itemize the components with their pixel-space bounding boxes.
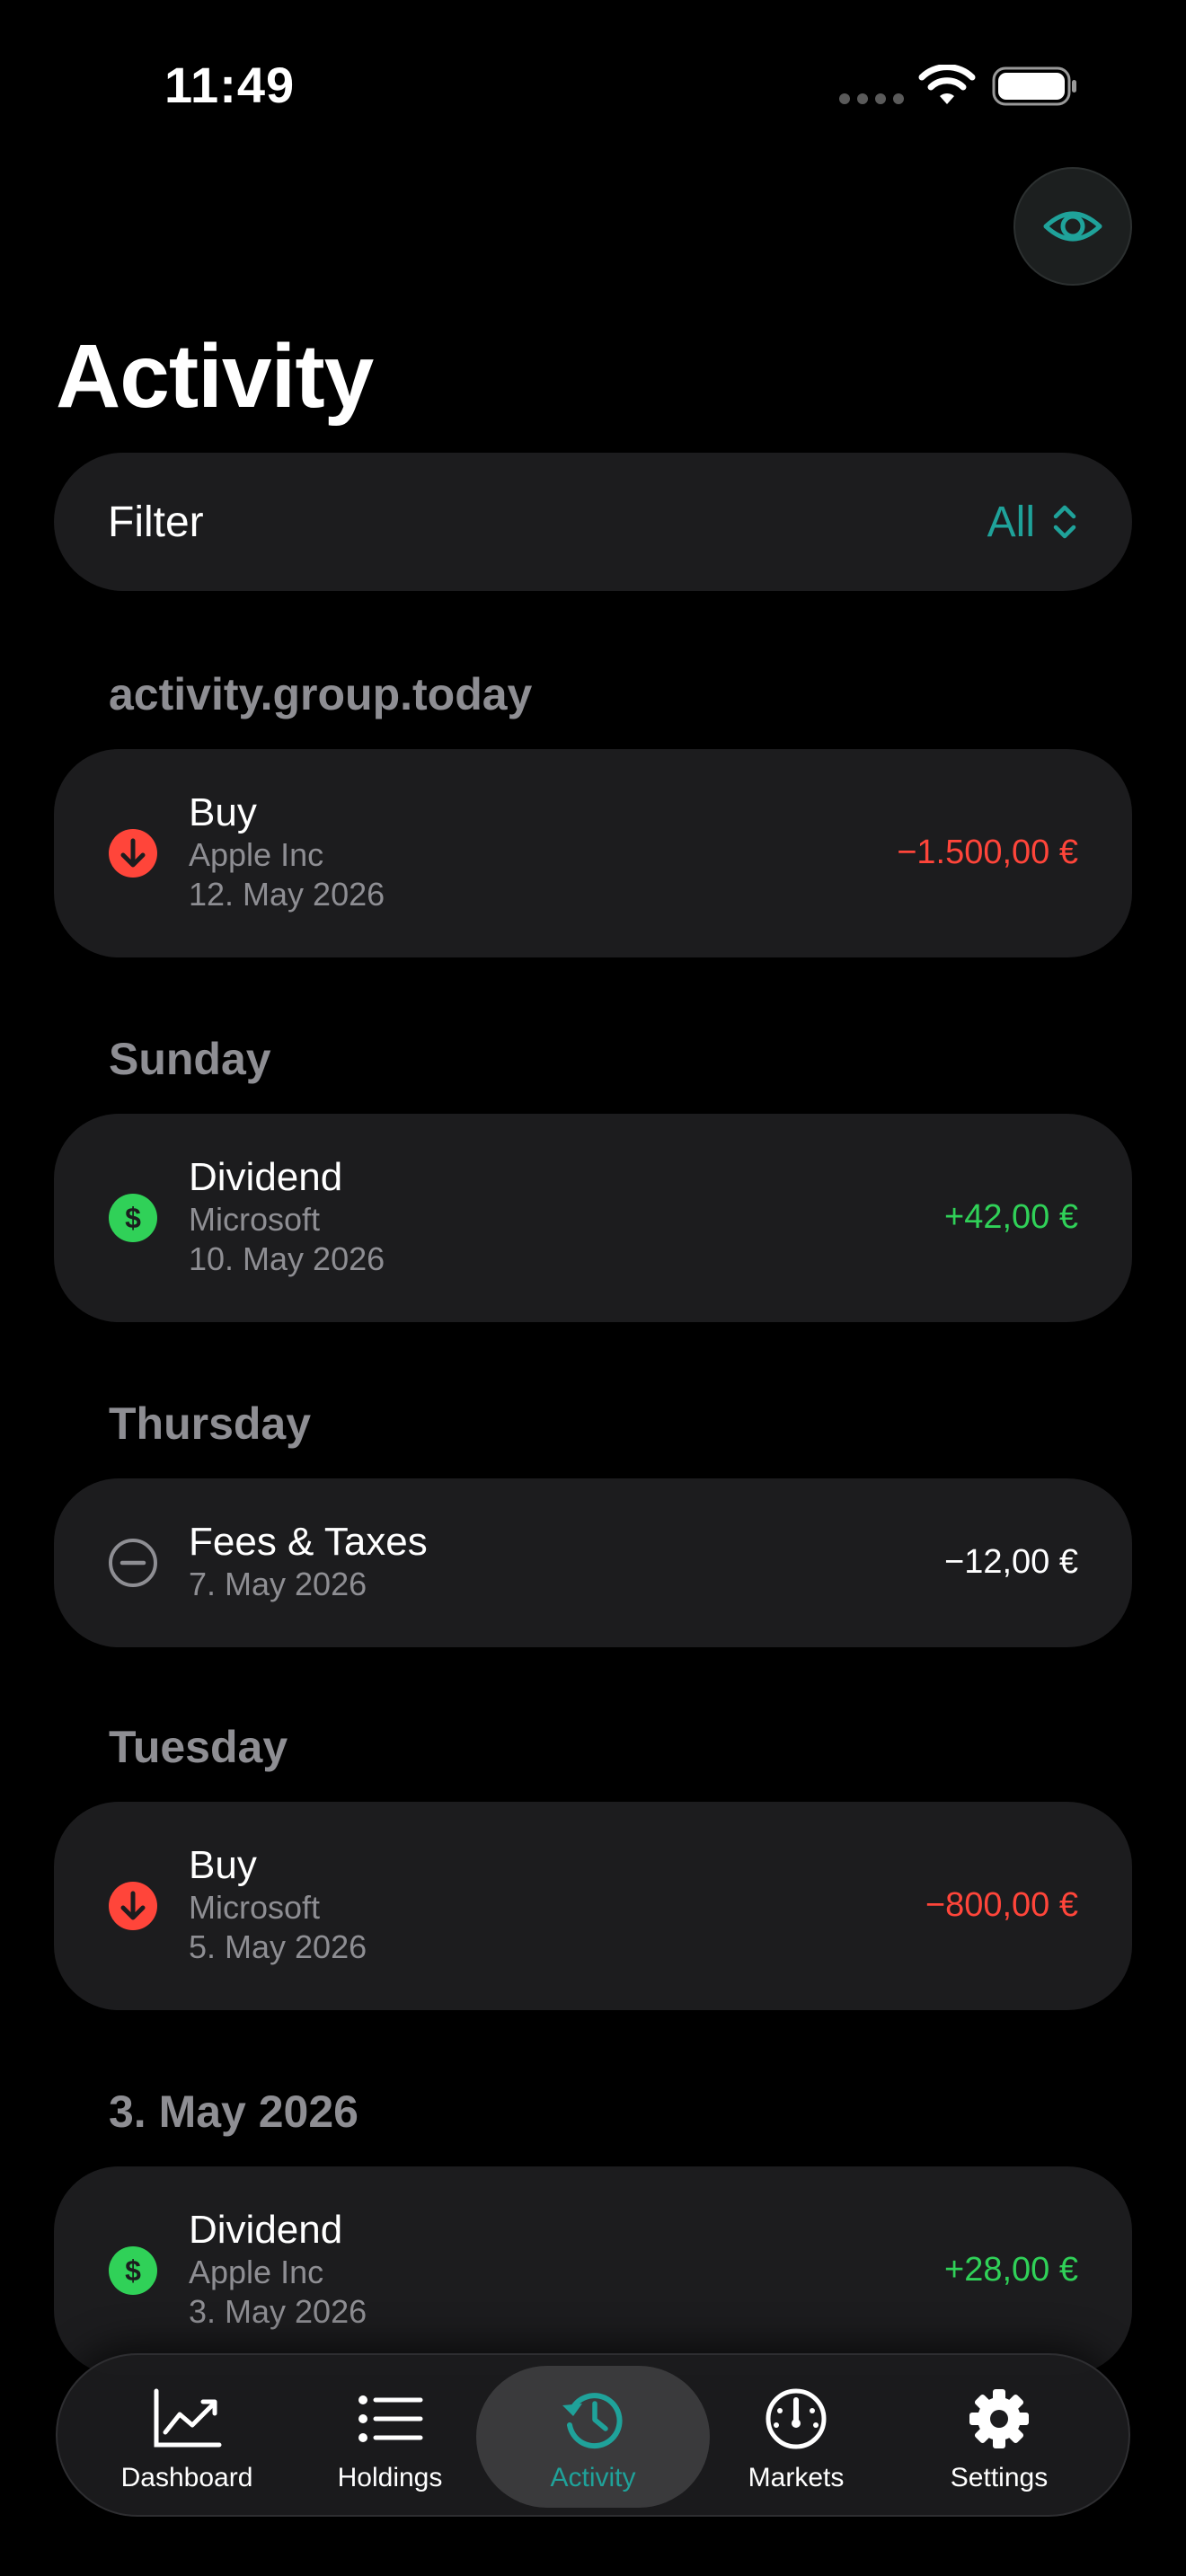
activity-amount: +42,00 € — [944, 1198, 1078, 1236]
activity-amount: −800,00 € — [925, 1886, 1078, 1924]
svg-text:$: $ — [125, 1202, 141, 1234]
fee-minus-circle-icon — [109, 1539, 157, 1587]
activity-amount: −1.500,00 € — [897, 834, 1078, 871]
tab-label: Activity — [550, 2463, 636, 2492]
activity-row-buy-microsoft[interactable]: Buy Microsoft 5. May 2026 −800,00 € — [54, 1802, 1132, 2010]
chevron-up-down-icon — [1053, 505, 1076, 539]
activity-title: Buy — [189, 790, 257, 834]
wifi-icon — [918, 65, 976, 104]
activity-row-buy-apple[interactable]: Buy Apple Inc 12. May 2026 −1.500,00 € — [54, 749, 1132, 957]
activity-date: 3. May 2026 — [189, 2293, 367, 2330]
activity-asset: Microsoft — [189, 1889, 321, 1926]
tab-label: Dashboard — [120, 2463, 253, 2492]
activity-amount: +28,00 € — [944, 2251, 1078, 2289]
tab-label: Holdings — [337, 2463, 443, 2492]
gauge-icon — [766, 2388, 827, 2449]
tab-settings[interactable]: Settings — [882, 2366, 1116, 2508]
group-header-thursday: Thursday — [109, 1398, 312, 1449]
status-time: 11:49 — [164, 57, 296, 113]
tab-markets[interactable]: Markets — [679, 2366, 913, 2508]
activity-row-fees-taxes[interactable]: Fees & Taxes 7. May 2026 −12,00 € — [54, 1478, 1132, 1647]
group-header-today: activity.group.today — [109, 669, 533, 719]
tab-label: Settings — [950, 2463, 1049, 2492]
group-header-sunday: Sunday — [109, 1034, 271, 1084]
activity-screen: 11:49 Activity Filter All activity.group… — [0, 0, 1186, 2576]
activity-date: 10. May 2026 — [189, 1240, 385, 1277]
activity-asset: Apple Inc — [189, 2254, 324, 2290]
dividend-dollar-icon: $ — [109, 2246, 157, 2295]
activity-date: 12. May 2026 — [189, 876, 385, 913]
visibility-toggle-button[interactable] — [1013, 167, 1132, 286]
activity-asset: Apple Inc — [189, 836, 324, 873]
tab-activity[interactable]: Activity — [476, 2366, 710, 2508]
activity-date: 7. May 2026 — [189, 1566, 367, 1602]
filter-value-selector[interactable]: All — [987, 498, 1078, 547]
filter-picker[interactable]: Filter All — [54, 453, 1132, 591]
eye-icon — [1043, 211, 1102, 242]
activity-row-dividend-microsoft[interactable]: $ Dividend Microsoft 10. May 2026 +42,00… — [54, 1114, 1132, 1322]
activity-date: 5. May 2026 — [189, 1928, 367, 1965]
activity-asset: Microsoft — [189, 1201, 321, 1238]
filter-label: Filter — [108, 498, 204, 546]
filter-value: All — [987, 498, 1035, 546]
group-header-date: 3. May 2026 — [109, 2086, 358, 2137]
activity-title: Dividend — [189, 2208, 343, 2252]
activity-row-dividend-apple[interactable]: $ Dividend Apple Inc 3. May 2026 +28,00 … — [54, 2166, 1132, 2375]
buy-arrow-down-icon — [109, 829, 157, 878]
list-icon — [358, 2395, 423, 2442]
tab-label: Markets — [748, 2463, 845, 2492]
battery-icon — [992, 66, 1076, 106]
activity-title: Dividend — [189, 1155, 343, 1199]
buy-arrow-down-icon — [109, 1882, 157, 1930]
chart-line-icon — [154, 2388, 222, 2448]
tab-holdings[interactable]: Holdings — [273, 2366, 507, 2508]
cellular-signal-icon — [839, 93, 904, 104]
clock-arrow-icon — [562, 2393, 623, 2449]
activity-title: Fees & Taxes — [189, 1520, 428, 1564]
tab-bar: Dashboard Holdings Activity Markets Sett… — [56, 2353, 1130, 2517]
activity-amount: −12,00 € — [944, 1543, 1078, 1581]
gear-icon — [969, 2389, 1029, 2448]
group-header-tuesday: Tuesday — [109, 1722, 288, 1772]
activity-title: Buy — [189, 1843, 257, 1887]
page-title: Activity — [56, 326, 374, 427]
tab-dashboard[interactable]: Dashboard — [70, 2366, 304, 2508]
dividend-dollar-icon: $ — [109, 1194, 157, 1242]
svg-text:$: $ — [125, 2254, 141, 2287]
